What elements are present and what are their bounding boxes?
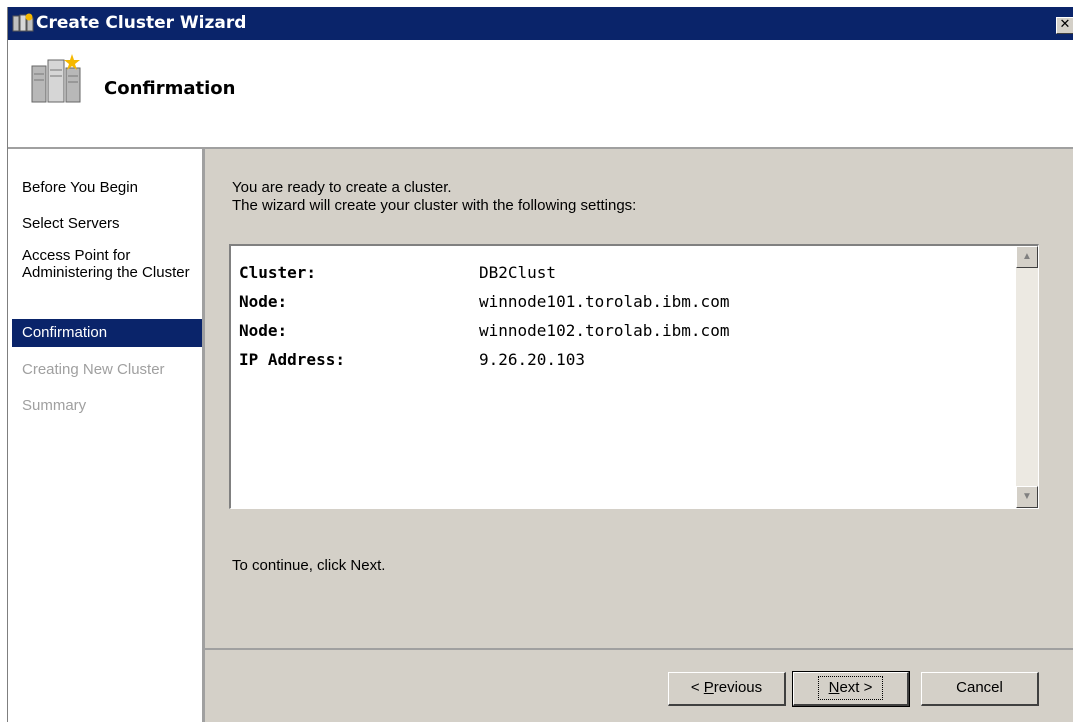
previous-rest: revious [713,679,763,696]
setting-key: Cluster: [239,263,317,282]
window-title: Create Cluster Wizard [36,13,247,33]
setting-key: Node: [239,292,288,311]
setting-key: Node: [239,321,288,340]
page-header: Confirmation [8,40,1073,149]
arrow-up-icon: ▲ [1022,251,1032,262]
scroll-down-button[interactable]: ▼ [1016,486,1038,508]
cancel-button[interactable]: Cancel [921,672,1039,706]
cluster-app-icon [12,13,34,32]
intro-text: You are ready to create a cluster. The w… [232,179,636,215]
previous-button[interactable]: < Previous [668,672,786,706]
intro-line-1: You are ready to create a cluster. [232,179,452,196]
next-rest: ext > [839,679,873,696]
next-accel: N [828,679,840,696]
wizard-steps-nav: Before You Begin Select Servers Access P… [8,149,205,722]
close-button[interactable]: ✕ [1056,17,1073,34]
setting-key: IP Address: [239,350,345,369]
title-bar[interactable]: Create Cluster Wizard ✕ [8,7,1073,40]
scroll-up-button[interactable]: ▲ [1016,246,1038,268]
close-icon: ✕ [1059,17,1071,32]
next-button[interactable]: Next > [792,671,910,707]
nav-item-confirmation[interactable]: Confirmation [12,319,202,347]
setting-value: 9.26.20.103 [479,350,585,369]
cluster-servers-icon [31,54,81,103]
button-bar: < Previous Next > Cancel [205,648,1073,722]
nav-item-select-servers[interactable]: Select Servers [12,215,202,232]
nav-item-before-you-begin[interactable]: Before You Begin [12,179,202,196]
vertical-scrollbar[interactable]: ▲ ▼ [1016,246,1038,508]
previous-accel: P [703,679,714,696]
setting-value: winnode102.torolab.ibm.com [479,321,730,340]
nav-item-access-point[interactable]: Access Point for Administering the Clust… [12,247,202,281]
previous-prefix: < [690,679,704,696]
continue-instruction: To continue, click Next. [232,557,386,574]
nav-item-creating-new-cluster: Creating New Cluster [22,361,165,378]
wizard-window: Create Cluster Wizard ✕ Confirmation Bef… [7,7,1073,722]
arrow-down-icon: ▼ [1022,491,1032,502]
setting-value: winnode101.torolab.ibm.com [479,292,730,311]
settings-listbox[interactable]: Cluster: DB2Clust Node: winnode101.torol… [229,244,1039,509]
setting-value: DB2Clust [479,263,557,282]
content-area: You are ready to create a cluster. The w… [205,149,1073,648]
intro-line-2: The wizard will create your cluster with… [232,197,637,214]
nav-item-summary: Summary [22,397,87,414]
next-focus: Next > [817,676,884,700]
page-title: Confirmation [104,78,236,99]
